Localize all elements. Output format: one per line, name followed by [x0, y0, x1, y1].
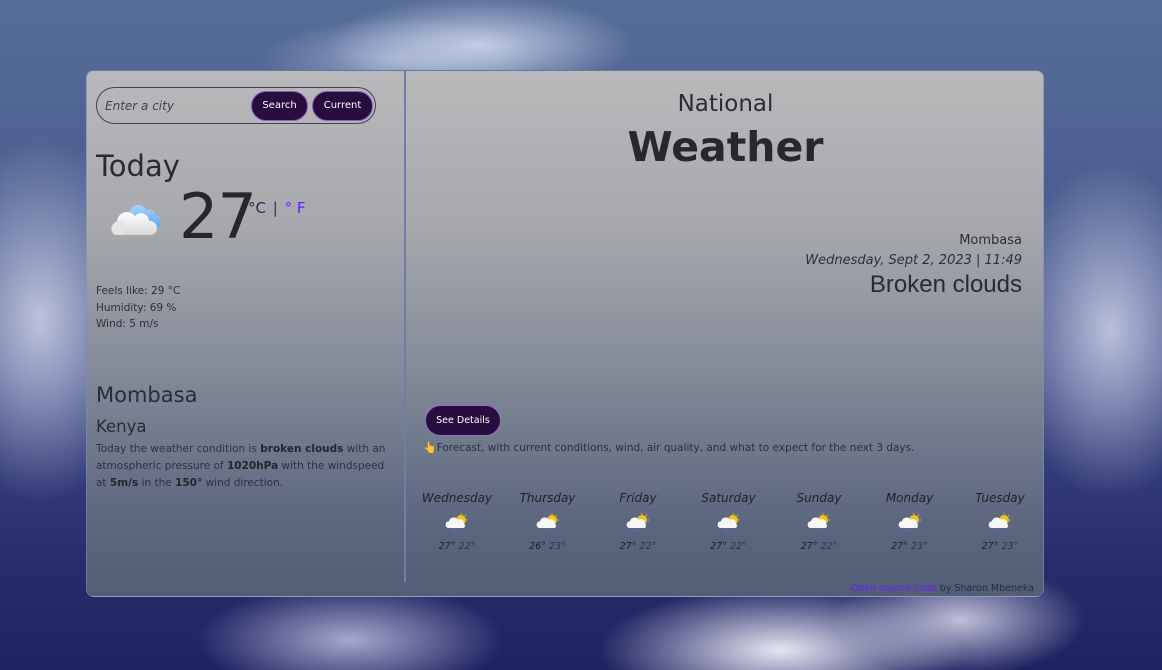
current-condition: Broken clouds — [869, 271, 1022, 298]
description-text: Today the weather condition is — [96, 443, 261, 455]
current-location-button[interactable]: Current — [312, 91, 373, 121]
unit-toggle: °C | ° F — [248, 199, 306, 217]
forecast-day-name: Monday — [885, 491, 934, 505]
forecast-max: 27° — [800, 541, 818, 552]
forecast-min: 23° — [1001, 541, 1019, 552]
forecast-max: 27° — [710, 541, 727, 552]
sun-cloud-rain-icon — [988, 513, 1011, 532]
description-windspeed: 5m/s — [109, 477, 139, 489]
forecast-temps: 26° 23° — [507, 541, 589, 552]
forecast-temps: 27° 23° — [869, 541, 951, 552]
weather-app-panel: Search Current Today 27 °C | ° F Feels l… — [86, 70, 1044, 597]
city-search-input[interactable] — [105, 94, 245, 118]
forecast-min: 23° — [911, 541, 928, 552]
country-name: Kenya — [96, 417, 147, 436]
header-subtitle: National — [677, 91, 774, 117]
sun-cloud-rain-icon — [445, 513, 468, 532]
current-temperature: 27 — [179, 180, 257, 253]
forecast-temps: 27° 22° — [597, 541, 679, 552]
cloud-icon — [111, 205, 161, 235]
footer-credit: Open-source code by Sharon Mbeneka — [851, 583, 1035, 594]
unit-separator: | — [272, 199, 278, 217]
current-city: Mombasa — [959, 233, 1022, 248]
author-text: by Sharon Mbeneka — [936, 583, 1034, 594]
weather-description: Today the weather condition is broken cl… — [96, 441, 386, 492]
forecast-list: Wednesday 27° 22° Thursday 26° 23° Frida… — [406, 491, 1043, 552]
forecast-temps: 27° 22° — [416, 541, 498, 552]
open-source-link[interactable]: Open-source code — [851, 583, 937, 594]
sun-cloud-rain-icon — [626, 513, 649, 532]
forecast-note-text: Forecast, with current conditions, wind,… — [436, 442, 915, 454]
forecast-note: 👆Forecast, with current conditions, wind… — [423, 441, 914, 454]
forecast-day: Saturday 27° 22° — [688, 491, 770, 552]
sun-cloud-rain-icon — [717, 513, 740, 532]
feels-like: Feels like: 29 °C — [96, 285, 181, 297]
forecast-day-name: Thursday — [519, 491, 576, 505]
forecast-min: 22° — [639, 541, 657, 552]
forecast-day: Monday 27° 23° — [869, 491, 951, 552]
description-wind-direction: 150° — [175, 477, 203, 489]
city-name: Mombasa — [96, 383, 198, 407]
description-text: wind direction. — [202, 477, 284, 489]
forecast-day-name: Wednesday — [421, 491, 493, 505]
search-button[interactable]: Search — [251, 91, 308, 121]
forecast-day-name: Tuesday — [975, 491, 1025, 505]
current-conditions: Mombasa Wednesday, Sept 2, 2023 | 11:49 … — [805, 233, 1022, 299]
sun-cloud-rain-icon — [898, 513, 921, 532]
search-form: Search Current — [96, 87, 376, 124]
forecast-max: 27° — [619, 541, 637, 552]
description-pressure: 1020hPa — [226, 460, 279, 472]
forecast-max: 27° — [981, 541, 999, 552]
forecast-day: Tuesday 27° 23° — [959, 491, 1041, 552]
forecast-day-name: Sunday — [796, 491, 842, 505]
forecast-max: 27° — [891, 541, 908, 552]
current-datetime: Wednesday, Sept 2, 2023 | 11:49 — [805, 253, 1022, 268]
forecast-temps: 27° 23° — [959, 541, 1041, 552]
humidity: Humidity: 69 % — [96, 301, 177, 314]
pointing-hand-icon: 👆 — [423, 441, 437, 454]
forecast-max: 26° — [529, 541, 546, 552]
fahrenheit-link[interactable]: ° F — [285, 199, 306, 217]
forecast-min: 23° — [549, 541, 566, 552]
forecast-day: Sunday 27° 22° — [778, 491, 860, 552]
forecast-min: 22° — [730, 541, 747, 552]
forecast-temps: 27° 22° — [778, 541, 860, 552]
see-details-button[interactable]: See Details — [425, 405, 501, 436]
sun-cloud-rain-icon — [807, 513, 830, 532]
weather-stats: Feels like: 29 °C Humidity: 69 % Wind: 5… — [96, 283, 180, 333]
header-title: Weather — [627, 123, 824, 171]
celsius-unit[interactable]: °C — [248, 199, 266, 217]
forecast-day: Wednesday 27° 22° — [416, 491, 498, 552]
forecast-day-name: Friday — [619, 491, 657, 505]
sun-cloud-rain-icon — [536, 513, 559, 532]
description-text: in the — [138, 477, 176, 489]
forecast-day: Thursday 26° 23° — [507, 491, 589, 552]
forecast-day-name: Saturday — [701, 491, 756, 505]
forecast-min: 22° — [820, 541, 838, 552]
forecast-max: 27° — [438, 541, 456, 552]
forecast-day: Friday 27° 22° — [597, 491, 679, 552]
wind: Wind: 5 m/s — [96, 318, 159, 330]
forecast-min: 22° — [458, 541, 476, 552]
description-condition: broken clouds — [260, 443, 344, 455]
today-heading: Today — [96, 149, 180, 183]
forecast-temps: 27° 22° — [688, 541, 770, 552]
